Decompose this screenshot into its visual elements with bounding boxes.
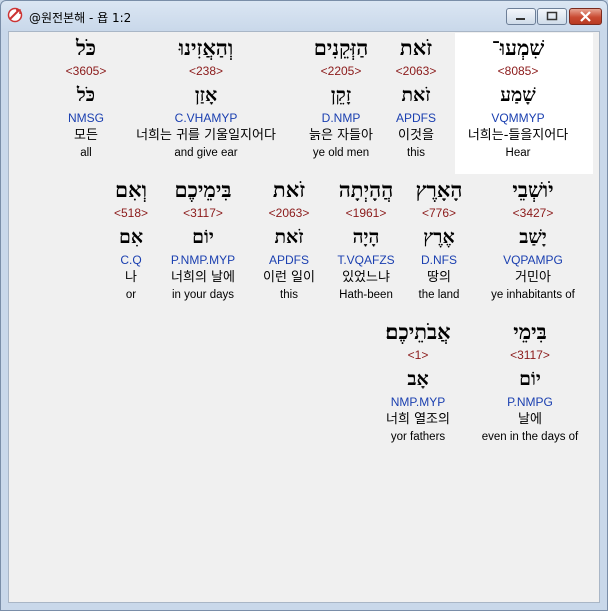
english-gloss: ye inhabitants of bbox=[491, 289, 575, 301]
strong-number[interactable]: <3427> bbox=[478, 204, 588, 222]
word-cell[interactable]: הָאָרֶץ <776> אֶרֶץ D.NFS 땅의 the land bbox=[399, 176, 479, 303]
hebrew-word: הַזְּקֵנִים bbox=[313, 35, 369, 60]
minimize-icon bbox=[516, 18, 525, 20]
window-title: @원전본해 - 욥 1:2 bbox=[29, 11, 132, 25]
hebrew-root: יוֹם bbox=[192, 226, 214, 248]
hebrew-word: בִּימֵיכֶם bbox=[174, 177, 232, 202]
morphology-code: C.VHAMYP bbox=[174, 111, 238, 125]
app-icon bbox=[7, 7, 23, 23]
strong-number[interactable]: <3117> bbox=[153, 204, 253, 222]
verse-panel: כֹּל <3605> כֹּל NMSG 모든 all וְהַאֲזִינוּ <238>… bbox=[8, 31, 600, 603]
english-gloss: yor fathers bbox=[390, 431, 446, 443]
hebrew-root: יוֹם bbox=[519, 368, 541, 390]
hebrew-word: וְהַאֲזִינוּ bbox=[178, 35, 234, 60]
word-cell[interactable]: אֲבֹתֵיכֶם׃ <1> אָב NMP.MYP 너희 열조의 yor father… bbox=[363, 318, 473, 445]
morphology-code: VQMMYP bbox=[491, 111, 545, 125]
hebrew-root: זָקֵן bbox=[330, 84, 352, 106]
hebrew-word: הָאָרֶץ bbox=[415, 177, 463, 202]
maximize-button[interactable] bbox=[537, 8, 567, 25]
hebrew-root: אִם bbox=[118, 226, 144, 248]
morphology-code: NMP.MYP bbox=[390, 395, 446, 409]
strong-number[interactable]: <238> bbox=[111, 62, 301, 80]
word-cell[interactable]: זֹאת <2063> זֹאת APDFS 이것을 this bbox=[381, 34, 451, 161]
word-cell[interactable]: הַזְּקֵנִים <2205> זָקֵן D.NMP 늙은 자들아 ye old … bbox=[286, 34, 396, 161]
hebrew-word: וְאִם bbox=[115, 177, 147, 202]
hebrew-root: אָב bbox=[407, 368, 429, 390]
morphology-code: D.NFS bbox=[421, 253, 457, 267]
hebrew-word: בִּימֵי bbox=[513, 319, 547, 344]
english-gloss: ye old men bbox=[312, 147, 370, 159]
close-icon bbox=[580, 11, 591, 22]
hebrew-root: יָשַׁב bbox=[519, 226, 547, 248]
strong-number[interactable]: <2063> bbox=[381, 62, 451, 80]
morphology-code: P.NMPG bbox=[507, 395, 553, 409]
hebrew-root: אָזַן bbox=[194, 84, 218, 106]
word-cell[interactable]: יֹושְׁבֵי <3427> יָשַׁב VQPAMPG 거민아 ye inhabi… bbox=[478, 176, 588, 303]
korean-gloss: 날에 bbox=[518, 412, 542, 427]
korean-gloss: 늙은 자들아 bbox=[309, 128, 373, 143]
morphology-code: C.Q bbox=[120, 253, 142, 267]
word-cell[interactable]: וְהַאֲזִינוּ <238> אָזַן C.VHAMYP 너희는 귀를 기울일… bbox=[111, 34, 301, 161]
english-gloss: or bbox=[125, 289, 137, 301]
hebrew-word: יֹושְׁבֵי bbox=[512, 177, 554, 202]
app-window: @원전본해 - 욥 1:2 כֹּל <3605> כֹּל NMSG 모든 all וְה… bbox=[0, 0, 608, 611]
korean-gloss: 거민아 bbox=[515, 270, 551, 285]
word-cell[interactable]: בִּימֵי <3117> יוֹם P.NMPG 날에 even in the day… bbox=[465, 318, 595, 445]
hebrew-root: אֶרֶץ bbox=[423, 226, 455, 248]
hebrew-word: אֲבֹתֵיכֶם׃ bbox=[385, 319, 451, 344]
title-bar[interactable]: @원전본해 - 욥 1:2 bbox=[1, 1, 607, 31]
morphology-code: VQPAMPG bbox=[503, 253, 563, 267]
korean-gloss: 이것을 bbox=[398, 128, 434, 143]
english-gloss: even in the days of bbox=[481, 431, 579, 443]
morphology-code: P.NMP.MYP bbox=[170, 253, 236, 267]
korean-gloss: 너희의 날에 bbox=[171, 270, 235, 285]
strong-number[interactable]: <8085> bbox=[448, 62, 588, 80]
english-gloss: this bbox=[407, 147, 425, 159]
strong-number[interactable]: <3117> bbox=[465, 346, 595, 364]
strong-number[interactable]: <2205> bbox=[286, 62, 396, 80]
word-cell[interactable]: שִׁמְעוּ־ <8085> שָׁמַע VQMMYP 너희는-들을지어다 Hear bbox=[448, 34, 588, 161]
maximize-icon bbox=[546, 11, 558, 21]
hebrew-word: שִׁמְעוּ־ bbox=[491, 35, 545, 60]
korean-gloss: 나 bbox=[125, 270, 137, 285]
english-gloss: in your days bbox=[171, 289, 234, 301]
korean-gloss: 너희는-들을지어다 bbox=[467, 128, 569, 143]
morphology-code: APDFS bbox=[395, 111, 436, 125]
morphology-code: D.NMP bbox=[321, 111, 361, 125]
strong-number[interactable]: <1> bbox=[363, 346, 473, 364]
english-gloss: and give ear bbox=[174, 147, 238, 159]
minimize-button[interactable] bbox=[506, 8, 536, 25]
word-cell[interactable]: וְאִם <518> אִם C.Q 나 or bbox=[101, 176, 161, 303]
strong-number[interactable]: <776> bbox=[399, 204, 479, 222]
word-cell[interactable]: בִּימֵיכֶם <3117> יוֹם P.NMP.MYP 너희의 날에 in yo… bbox=[153, 176, 253, 303]
korean-gloss: 땅의 bbox=[427, 270, 451, 285]
english-gloss: the land bbox=[418, 289, 460, 301]
korean-gloss: 너희는 귀를 기울일지어다 bbox=[136, 128, 276, 143]
hebrew-root: שָׁמַע bbox=[500, 84, 536, 106]
korean-gloss: 너희 열조의 bbox=[386, 412, 450, 427]
english-gloss: Hear bbox=[505, 147, 531, 159]
hebrew-root: זֹאת bbox=[401, 84, 431, 106]
close-button[interactable] bbox=[569, 8, 602, 25]
hebrew-word: זֹאת bbox=[399, 35, 433, 60]
strong-number[interactable]: <518> bbox=[101, 204, 161, 222]
